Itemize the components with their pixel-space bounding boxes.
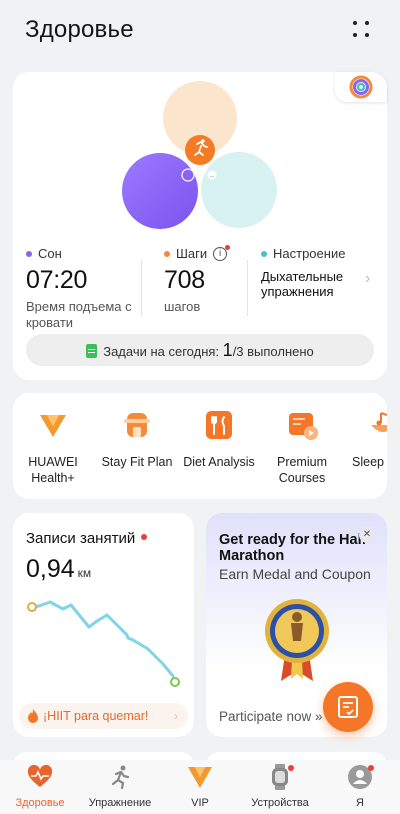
shortcut-label: Stay Fit Plan xyxy=(101,455,173,469)
shortcut-label: Premium Courses xyxy=(276,455,327,485)
tab-label: VIP xyxy=(191,797,209,809)
tab-devices[interactable]: Устройства xyxy=(240,764,320,809)
tab-vip[interactable]: VIP xyxy=(160,764,240,809)
route-map xyxy=(27,600,180,687)
notification-dot xyxy=(368,765,374,771)
bottom-tab-bar: Здоровье Упражнение VIP Устройства Я xyxy=(0,760,400,814)
shortcut-stay-fit-plan[interactable]: Stay Fit Plan xyxy=(97,409,177,470)
diet-icon xyxy=(203,409,235,441)
promo-subtitle: Earn Medal and Coupon xyxy=(219,566,371,582)
shortcut-label: Sleep I xyxy=(352,455,387,469)
tab-me[interactable]: Я xyxy=(320,764,400,809)
sleep-subtitle: Время подъема с кровати xyxy=(26,299,132,330)
tab-label: Упражнение xyxy=(88,797,152,809)
steps-unit: шагов xyxy=(164,299,201,314)
health-summary-card[interactable]: Сон 07:20 Время подъема с кровати Шаги i … xyxy=(13,72,387,380)
tab-health[interactable]: Здоровье xyxy=(0,764,80,809)
sleep-label: Сон xyxy=(38,246,62,261)
promo-title: Get ready for the Half Marathon xyxy=(219,532,367,564)
hiit-promo-link[interactable]: ¡HIIT para quemar! › xyxy=(19,703,188,729)
steps-value: 708 xyxy=(164,266,205,294)
activity-records-card[interactable]: Записи занятий 0,94 км ¡HIIT para quemar!… xyxy=(13,513,194,737)
hiit-promo-text: ¡HIIT para quemar! xyxy=(43,709,149,723)
shortcut-label: Diet Analysis xyxy=(183,455,255,469)
notification-dot xyxy=(141,534,148,540)
chevron-right-icon: › xyxy=(173,709,178,723)
quick-record-button[interactable] xyxy=(323,682,373,732)
vip-icon xyxy=(187,764,213,790)
records-distance: 0,94 xyxy=(26,555,75,583)
tasks-prefix: Задачи на сегодня: xyxy=(103,344,220,359)
tasks-done-count: 1 xyxy=(222,340,233,360)
steps-label: Шаги xyxy=(176,246,208,261)
tab-label: Я xyxy=(356,797,364,809)
heart-pulse-icon xyxy=(27,764,53,790)
courses-icon xyxy=(286,409,318,441)
page-title: Здоровье xyxy=(25,16,134,43)
info-icon[interactable]: i xyxy=(213,244,231,261)
chevron-right-icon[interactable]: › xyxy=(365,270,370,288)
shortcut-huawei-health-plus[interactable]: HUAWEI Health+ xyxy=(13,409,93,486)
body-fit-icon xyxy=(121,409,153,441)
shortcut-diet-analysis[interactable]: Diet Analysis xyxy=(179,409,259,470)
shortcuts-card: HUAWEI Health+ Stay Fit Plan Diet Analys… xyxy=(13,393,387,499)
participate-link[interactable]: Participate now » xyxy=(219,709,323,724)
flame-icon xyxy=(28,709,38,723)
tasks-suffix: /3 выполнено xyxy=(232,344,314,359)
shortcut-sleep[interactable]: Sleep I xyxy=(343,409,387,470)
mood-metric[interactable]: Настроение Дыхательные упражнения xyxy=(261,246,359,299)
divider xyxy=(141,260,142,316)
close-icon[interactable]: ✕ xyxy=(359,527,375,543)
note-icon xyxy=(338,696,358,718)
more-grid-icon[interactable] xyxy=(350,18,374,42)
document-icon xyxy=(86,344,98,358)
sleep-metric[interactable]: Сон 07:20 Время подъема с кровати xyxy=(26,246,138,331)
tab-label: Устройства xyxy=(251,797,309,809)
shortcut-premium-courses[interactable]: Premium Courses xyxy=(262,409,342,486)
records-title: Записи занятий xyxy=(26,530,136,547)
notification-dot xyxy=(288,765,294,771)
health-flower-graphic xyxy=(122,81,277,229)
tab-label: Здоровье xyxy=(15,797,65,809)
watch-icon xyxy=(267,764,294,790)
daily-tasks-bar[interactable]: Задачи на сегодня: 1/3 выполнено xyxy=(26,334,374,366)
shortcut-label: HUAWEI Health+ xyxy=(28,455,78,485)
records-unit: км xyxy=(77,566,92,580)
medal-icon xyxy=(265,599,329,681)
mood-text: Дыхательные упражнения xyxy=(261,269,344,299)
sleep-music-icon xyxy=(367,409,387,441)
divider xyxy=(247,260,248,316)
steps-metric[interactable]: Шаги i 708 шагов xyxy=(164,244,231,315)
sleep-value: 07:20 xyxy=(26,266,88,294)
running-icon xyxy=(107,764,133,790)
tab-exercise[interactable]: Упражнение xyxy=(80,764,160,809)
profile-icon xyxy=(347,764,374,790)
app-header: Здоровье xyxy=(0,0,400,64)
vip-icon xyxy=(37,409,69,441)
mood-label: Настроение xyxy=(273,246,346,261)
